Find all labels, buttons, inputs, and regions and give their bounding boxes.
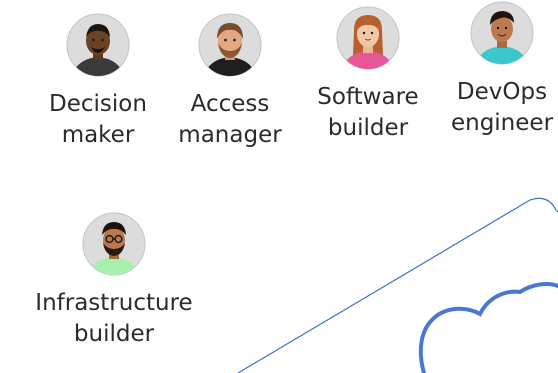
infrastructure-builder-avatar-icon: [82, 212, 146, 276]
persona-access-manager: Access manager: [170, 13, 290, 151]
software-builder-avatar-icon: [336, 6, 400, 70]
access-manager-avatar-icon: [198, 13, 262, 77]
diagram-canvas: Decision maker Access manager Software b…: [0, 0, 558, 373]
persona-label-devops-engineer: DevOps engineer: [450, 79, 554, 136]
persona-label-infrastructure-builder: Infrastructure builder: [35, 290, 193, 347]
devops-engineer-avatar-icon: [470, 1, 534, 65]
persona-label-access-manager: Access manager: [178, 91, 282, 148]
persona-infrastructure-builder: Infrastructure builder: [29, 212, 199, 350]
persona-label-decision-maker: Decision maker: [49, 91, 147, 148]
perspective-panel-outline: [237, 197, 558, 373]
persona-software-builder: Software builder: [308, 6, 428, 144]
persona-decision-maker: Decision maker: [38, 13, 158, 151]
persona-devops-engineer: DevOps engineer: [442, 1, 558, 139]
cloud-outline: [418, 282, 558, 373]
decision-maker-avatar-icon: [66, 13, 130, 77]
persona-label-software-builder: Software builder: [317, 84, 419, 141]
